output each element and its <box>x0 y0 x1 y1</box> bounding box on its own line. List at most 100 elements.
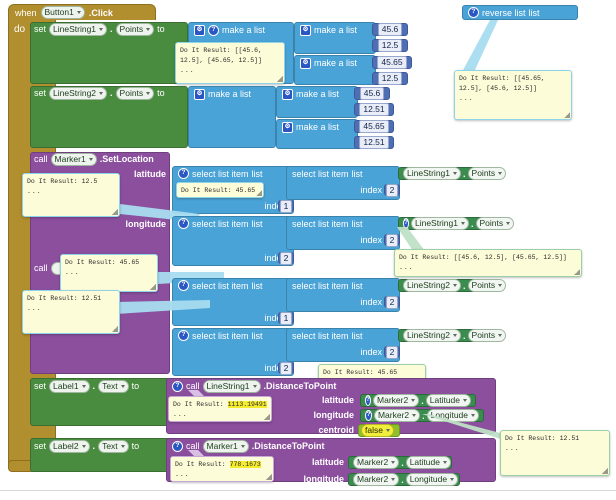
linestring2-component-dropdown[interactable]: LineString2 <box>49 86 108 100</box>
linestring1-property-dropdown[interactable]: Points <box>115 22 155 36</box>
getter-component-dropdown[interactable]: Marker2 <box>353 456 400 469</box>
select-1-index-value[interactable]: 1 <box>278 199 294 213</box>
linestring1-component-dropdown[interactable]: LineString1 <box>49 22 108 36</box>
label1-property-dropdown[interactable]: Text <box>98 379 129 393</box>
help-question-icon[interactable]: ? <box>178 280 189 291</box>
getter-component-dropdown[interactable]: Marker2 <box>373 394 420 407</box>
balloon-resize-handle[interactable] <box>564 112 570 118</box>
select-4-inner-index-value[interactable]: 2 <box>384 345 400 359</box>
do-it-result-distance2[interactable]: Do It Result: 778.1673 ... <box>170 456 274 482</box>
number-45-65-a[interactable]: 45.65 <box>372 56 412 69</box>
blocks-workspace[interactable]: when Button1 .Click do set LineString1 .… <box>0 0 616 500</box>
mutator-gear-icon[interactable]: ⚙ <box>282 88 293 100</box>
centroid-dropdown[interactable]: false <box>361 424 394 437</box>
do-it-result-linestring1-points[interactable]: Do It Result: [[45.6, 12.5], [45.65, 12.… <box>175 42 285 84</box>
label2-component-dropdown[interactable]: Label2 <box>49 439 90 453</box>
do-it-result-linestring1-points-2[interactable]: Do It Result: [[45.6, 12.5], [45.65, 12.… <box>394 249 582 277</box>
number-value[interactable]: 1 <box>279 311 293 325</box>
do-it-result-longitude-12-51[interactable]: Do It Result: 12.51 ... <box>22 290 120 334</box>
number-value[interactable]: 2 <box>385 183 399 197</box>
label1-component-dropdown[interactable]: Label1 <box>49 379 90 393</box>
balloon-resize-handle[interactable] <box>112 326 118 332</box>
getter-property-dropdown[interactable]: Latitude <box>425 394 471 407</box>
mutator-gear-icon[interactable]: ⚙ <box>300 24 311 36</box>
getter-component-dropdown[interactable]: LineString2 <box>403 279 462 292</box>
getter-component-dropdown[interactable]: Marker2 <box>353 473 400 486</box>
select-2-index-value[interactable]: 2 <box>278 251 294 265</box>
number-value[interactable]: 45.65 <box>359 120 389 133</box>
number-value[interactable]: 12.51 <box>359 136 389 149</box>
number-value[interactable]: 45.6 <box>377 23 403 36</box>
number-value[interactable]: 12.5 <box>377 72 403 85</box>
label2-property-dropdown[interactable]: Text <box>98 439 129 453</box>
number-12-51-b[interactable]: 12.51 <box>354 136 394 149</box>
do-it-result-reverse-list[interactable]: Do It Result: [[45.65, 12.5], [45.6, 12.… <box>454 70 572 120</box>
marker2-latitude-getter-2[interactable]: Marker2 . Latitude <box>348 456 452 469</box>
select-3-inner-index-value[interactable]: 2 <box>384 295 400 309</box>
number-45-6-a[interactable]: 45.6 <box>372 23 408 36</box>
linestring2-points-getter-2[interactable]: LineString2 . Points <box>398 329 507 342</box>
getter-property-dropdown[interactable]: Longitude <box>405 473 459 486</box>
number-45-65-b[interactable]: 45.65 <box>354 120 394 133</box>
number-value[interactable]: 45.65 <box>377 56 407 69</box>
number-value[interactable]: 1 <box>279 199 293 213</box>
number-value[interactable]: 2 <box>279 251 293 265</box>
balloon-resize-handle[interactable] <box>150 284 156 290</box>
balloon-resize-handle[interactable] <box>574 269 580 275</box>
help-question-icon[interactable]: ? <box>178 218 189 229</box>
centroid-logic-block[interactable]: false <box>358 424 400 437</box>
do-it-result-distance1[interactable]: Do It Result: 1113.19491 ... <box>168 396 272 422</box>
number-12-5-b[interactable]: 12.5 <box>372 72 408 85</box>
dot-separator: . <box>110 88 113 98</box>
number-value[interactable]: 12.5 <box>377 39 403 52</box>
balloon-resize-handle[interactable] <box>277 76 283 82</box>
number-value[interactable]: 45.6 <box>359 87 385 100</box>
marker2-longitude-getter-2[interactable]: Marker2 . Longitude <box>348 473 460 486</box>
select-3-index-value[interactable]: 1 <box>278 311 294 325</box>
number-45-6-b[interactable]: 45.6 <box>354 87 390 100</box>
help-question-icon[interactable]: ? <box>208 24 219 36</box>
number-12-5-a[interactable]: 12.5 <box>372 39 408 52</box>
getter-property-dropdown[interactable]: Points <box>467 329 507 342</box>
getter-property-name: Latitude <box>409 457 440 467</box>
number-value[interactable]: 12.51 <box>359 103 389 116</box>
number-value[interactable]: 2 <box>385 345 399 359</box>
balloon-resize-handle[interactable] <box>602 468 608 474</box>
linestring1-points-getter-1[interactable]: LineString1 . Points <box>398 167 507 180</box>
getter-property-dropdown[interactable]: Points <box>475 217 515 230</box>
marker2-latitude-getter-1[interactable]: ? Marker2 . Latitude <box>360 394 476 407</box>
do-it-result-select-45-65[interactable]: Do It Result: 45.65 <box>176 182 264 198</box>
getter-property-dropdown[interactable]: Points <box>467 279 507 292</box>
event-component-dropdown[interactable]: Button1 <box>40 6 85 19</box>
number-value[interactable]: 2 <box>385 295 399 309</box>
mutator-gear-icon[interactable]: ⚙ <box>194 88 205 100</box>
marker1-component-dropdown[interactable]: Marker1 <box>50 152 97 166</box>
do-it-result-call2-45-65[interactable]: Do It Result: 45.65 ... <box>60 254 158 292</box>
getter-component-dropdown[interactable]: Marker2 <box>373 409 421 422</box>
mutator-gear-icon[interactable]: ⚙ <box>282 121 293 133</box>
mutator-gear-icon[interactable]: ⚙ <box>194 24 205 36</box>
number-value[interactable]: 2 <box>279 361 293 375</box>
balloon-resize-handle[interactable] <box>112 209 118 215</box>
getter-component-dropdown[interactable]: LineString2 <box>403 329 462 342</box>
getter-property-dropdown[interactable]: Latitude <box>405 456 451 469</box>
do-it-result-latitude-12-5[interactable]: Do It Result: 12.5 ... <box>22 173 120 217</box>
help-question-icon[interactable]: ? <box>468 7 479 18</box>
event-header[interactable]: when Button1 .Click <box>8 4 156 20</box>
select-4-index-value[interactable]: 2 <box>278 361 294 375</box>
balloon-resize-handle[interactable] <box>266 474 272 480</box>
number-12-51-a[interactable]: 12.51 <box>354 103 394 116</box>
linestring2-property-dropdown[interactable]: Points <box>115 86 155 100</box>
linestring2-points-getter-1[interactable]: LineString2 . Points <box>398 279 507 292</box>
dot-separator: . <box>92 441 96 451</box>
help-question-icon[interactable]: ? <box>365 395 372 406</box>
getter-component-dropdown[interactable]: LineString1 <box>403 167 462 180</box>
do-it-result-marker2-longitude[interactable]: Do It Result: 12.51 ... <box>500 430 610 476</box>
balloon-resize-handle[interactable] <box>264 414 270 420</box>
mutator-gear-icon[interactable]: ⚙ <box>300 57 311 69</box>
help-question-icon[interactable]: ? <box>365 410 372 421</box>
getter-property-dropdown[interactable]: Points <box>467 167 507 180</box>
help-question-icon[interactable]: ? <box>178 330 189 341</box>
balloon-resize-handle[interactable] <box>256 190 262 196</box>
select-1-inner-index-value[interactable]: 2 <box>384 183 400 197</box>
